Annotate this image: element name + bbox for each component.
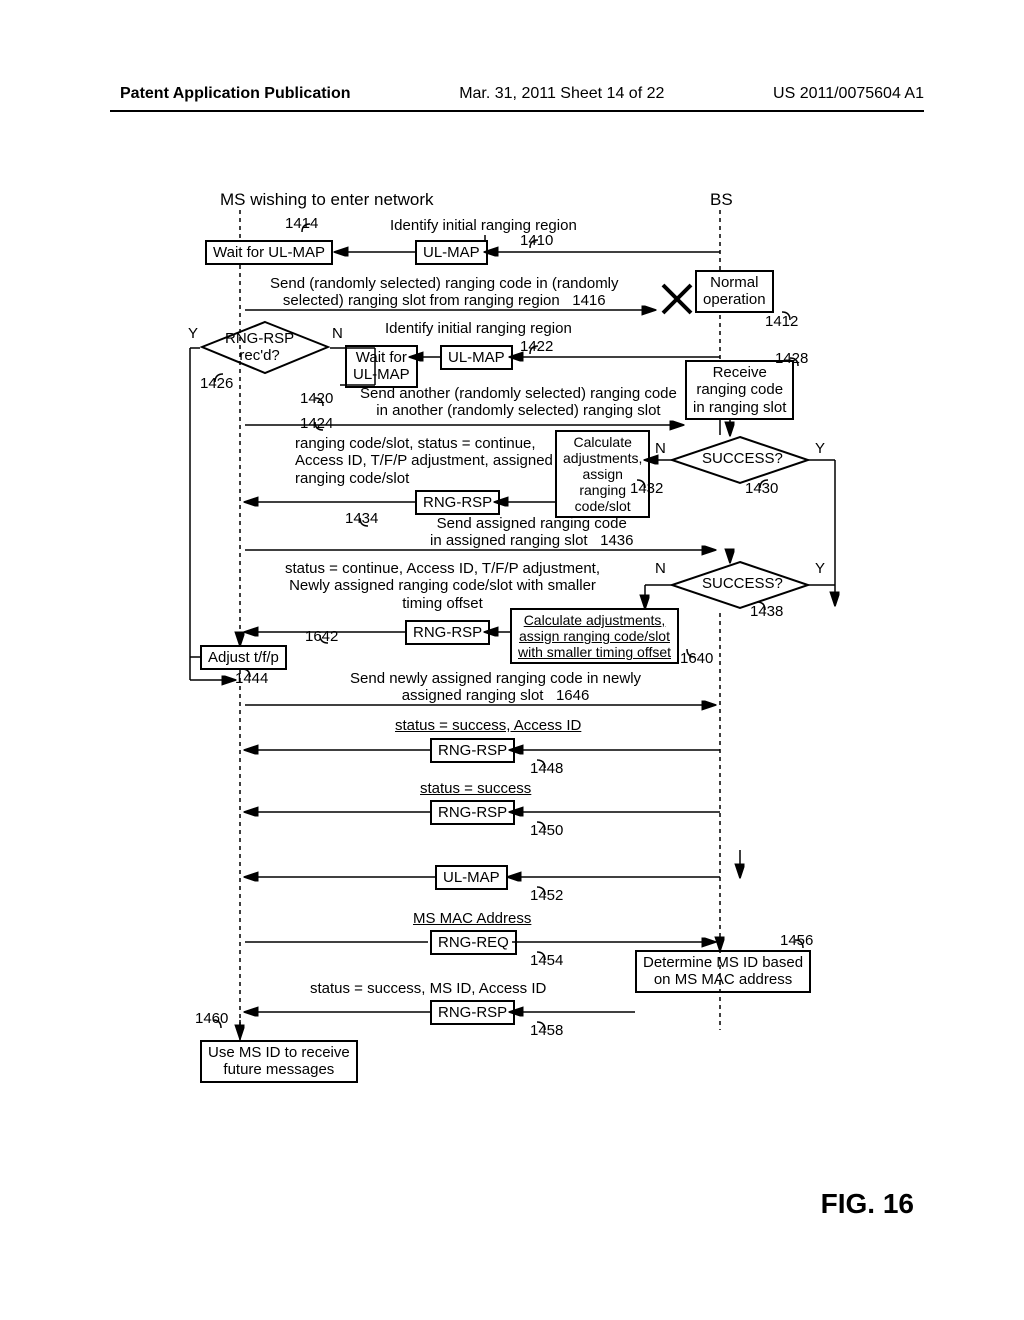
ref-1444: 1444 (235, 670, 268, 687)
dec-y-1426: Y (188, 325, 198, 342)
dec-y-1438: Y (815, 560, 825, 577)
header-left: Patent Application Publication (120, 85, 351, 103)
ref-1426: 1426 (200, 375, 233, 392)
dec-n-1426: N (332, 325, 343, 342)
ref-1420: 1420 (300, 390, 333, 407)
ref-1458: 1458 (530, 1022, 563, 1039)
ulmap-1410: UL-MAP (415, 240, 488, 265)
rng-rsp-1642: RNG-RSP (405, 620, 490, 645)
rng-rsp-1434: RNG-RSP (415, 490, 500, 515)
ulmap-1452: UL-MAP (435, 865, 508, 890)
note-1416: Send (randomly selected) ranging code in… (270, 275, 619, 310)
ref-1438: 1438 (750, 603, 783, 620)
dec-n-1430: N (655, 440, 666, 457)
ref-1450: 1450 (530, 822, 563, 839)
ref-1410: 1410 (520, 232, 553, 249)
ref-1454: 1454 (530, 952, 563, 969)
ref-1460: 1460 (195, 1010, 228, 1027)
adjust-tfp: Adjust t/f/p (200, 645, 287, 670)
calc-1432: Calculate adjustments, assign ranging co… (555, 430, 650, 518)
ref-1412: 1412 (765, 313, 798, 330)
use-msid: Use MS ID to receive future messages (200, 1040, 358, 1083)
note-1458: status = success, MS ID, Access ID (310, 980, 546, 997)
normal-operation: Normal operation (695, 270, 774, 313)
ref-1456: 1456 (780, 932, 813, 949)
ulmap-1422: UL-MAP (440, 345, 513, 370)
fail-x-icon (660, 282, 694, 316)
wait-ulmap-1: Wait for UL-MAP (205, 240, 333, 265)
ref-1414: 1414 (285, 215, 318, 232)
decision-1438: SUCCESS? (702, 575, 783, 592)
note-1424: Send another (randomly selected) ranging… (360, 385, 677, 420)
bs-title: BS (710, 190, 733, 210)
note-1434: ranging code/slot, status = continue, Ac… (295, 435, 553, 487)
ref-1434: 1434 (345, 510, 378, 527)
ms-title: MS wishing to enter network (220, 190, 434, 210)
note-1448: status = success, Access ID (395, 717, 581, 734)
ref-1428: 1428 (775, 350, 808, 367)
note-1454: MS MAC Address (413, 910, 531, 927)
figure-number: FIG. 16 (821, 1188, 914, 1220)
dec-n-1438: N (655, 560, 666, 577)
note-1436: Send assigned ranging code in assigned r… (430, 515, 633, 550)
calc-1640: Calculate adjustments, assign ranging co… (510, 608, 679, 664)
header-right: US 2011/0075604 A1 (773, 85, 924, 103)
wait-ulmap-2: Wait for UL-MAP (345, 345, 418, 388)
header-center: Mar. 31, 2011 Sheet 14 of 22 (459, 85, 664, 103)
note-1646: Send newly assigned ranging code in newl… (350, 670, 641, 705)
determine-msid: Determine MS ID based on MS MAC address (635, 950, 811, 993)
ref-1422: 1422 (520, 338, 553, 355)
note-1450: status = success (420, 780, 531, 797)
rng-rsp-1458: RNG-RSP (430, 1000, 515, 1025)
decision-1430: SUCCESS? (702, 450, 783, 467)
rng-req-1454: RNG-REQ (430, 930, 517, 955)
receive-code: Receive ranging code in ranging slot (685, 360, 794, 420)
dec-y-1430: Y (815, 440, 825, 457)
ref-1424: 1424 (300, 415, 333, 432)
ref-1432: 1432 (630, 480, 663, 497)
decision-1426: RNG-RSP rec'd? (225, 330, 294, 365)
ref-1448: 1448 (530, 760, 563, 777)
note-1422: Identify initial ranging region (385, 320, 572, 337)
ref-1430: 1430 (745, 480, 778, 497)
ref-1642: 1642 (305, 628, 338, 645)
note-1642: status = continue, Access ID, T/F/P adju… (285, 560, 600, 612)
ref-1640: 1640 (680, 650, 713, 667)
rng-rsp-1450: RNG-RSP (430, 800, 515, 825)
rng-rsp-1448: RNG-RSP (430, 738, 515, 763)
ref-1452: 1452 (530, 887, 563, 904)
figure-canvas: MS wishing to enter network BS Wait for … (140, 190, 880, 1190)
header-rule (110, 110, 924, 112)
page-header: Patent Application Publication Mar. 31, … (120, 85, 924, 103)
